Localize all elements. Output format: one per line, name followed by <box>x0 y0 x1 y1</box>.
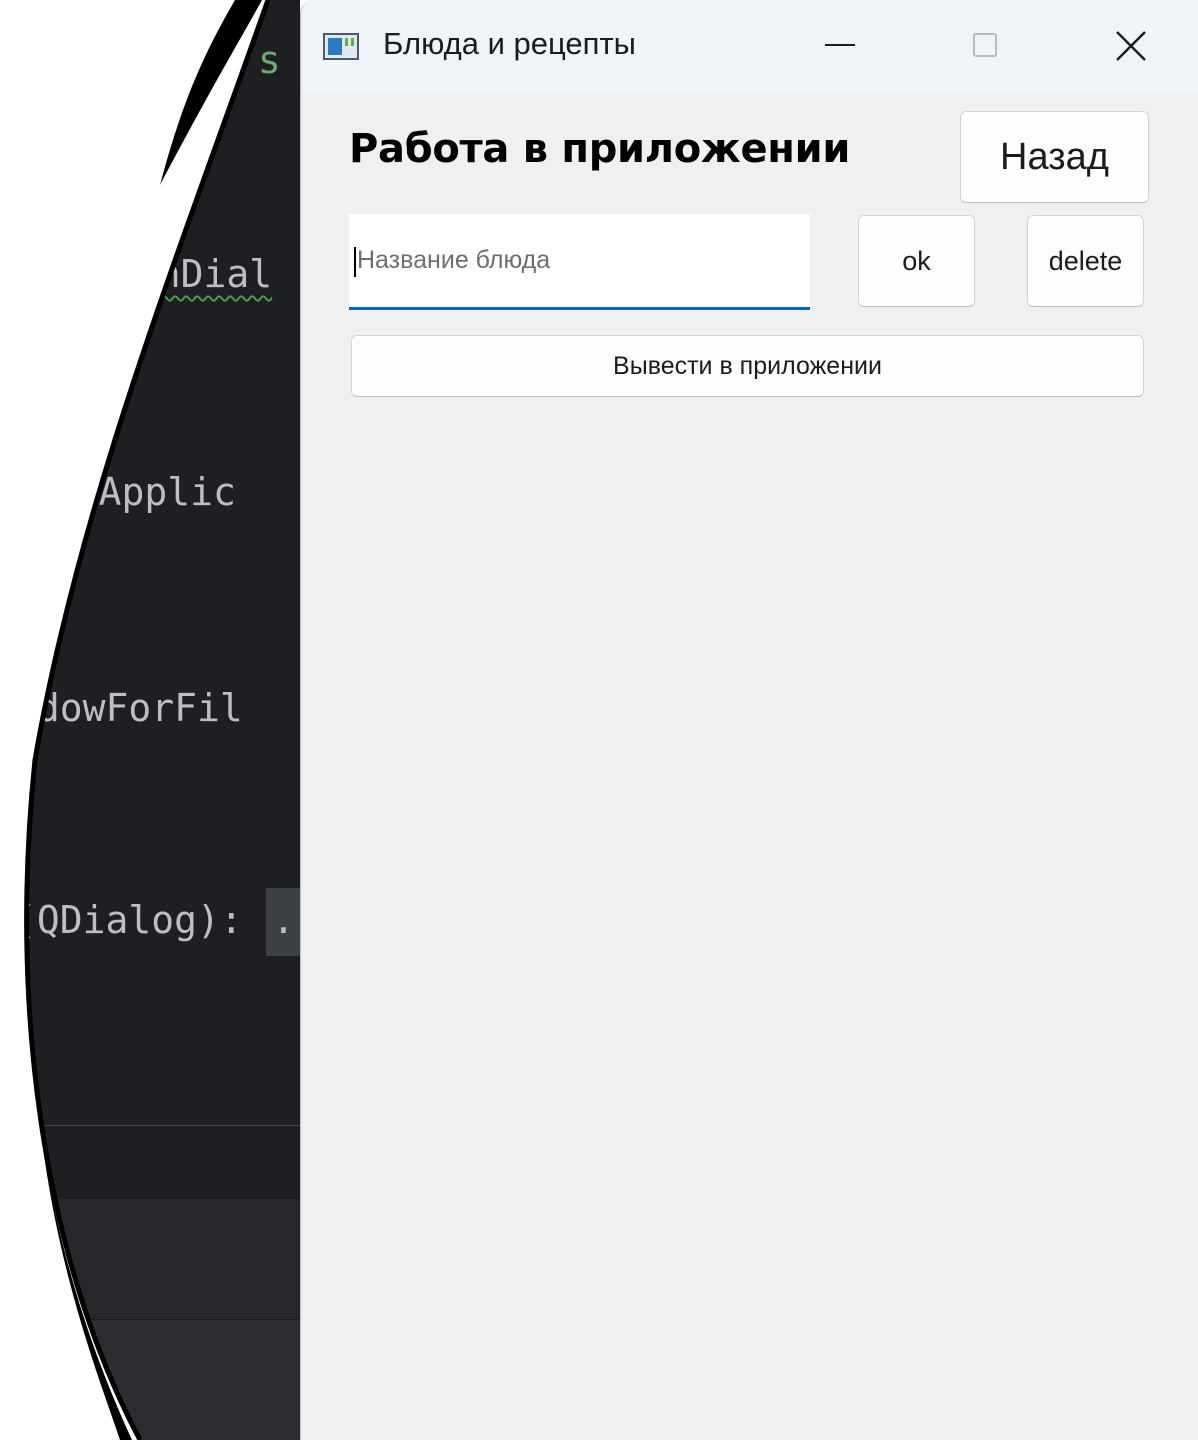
app-window-icon <box>323 33 359 60</box>
maximize-button[interactable] <box>917 0 1057 92</box>
window-title: Блюда и рецепты <box>383 26 636 61</box>
text-caret <box>354 247 356 277</box>
delete-button[interactable]: delete <box>1027 215 1144 307</box>
page-title: Работа в приложении <box>349 126 851 172</box>
code-editor-background: "s ionDial dowApplic ndowForFil (QDialog… <box>0 0 300 1440</box>
code-line: ionDial <box>112 252 273 296</box>
screen: "s ionDial dowApplic ndowForFil (QDialog… <box>0 0 1198 1440</box>
code-line: (QDialog): <box>14 898 243 942</box>
minimize-button[interactable] <box>771 0 911 92</box>
code-line: . <box>272 898 295 942</box>
dish-name-input[interactable] <box>349 214 810 307</box>
app-window: Блюда и рецепты Работа в приложении Наза… <box>300 0 1198 1440</box>
close-button[interactable] <box>1061 0 1198 92</box>
close-icon <box>1116 31 1146 61</box>
code-line: dowApplic <box>30 470 236 514</box>
editor-row <box>0 1125 300 1200</box>
code-line: "s <box>235 38 281 82</box>
maximize-icon <box>973 33 997 57</box>
editor-panel <box>0 1199 300 1319</box>
dish-name-field[interactable] <box>349 214 810 310</box>
code-line: ndowForFil <box>14 686 243 730</box>
show-in-app-button[interactable]: Вывести в приложении <box>351 335 1144 397</box>
editor-panel <box>0 1320 300 1440</box>
editor-divider <box>40 1125 300 1126</box>
title-bar[interactable]: Блюда и рецепты <box>301 0 1198 92</box>
ok-button[interactable]: ok <box>858 215 975 307</box>
minimize-icon <box>825 44 855 46</box>
back-button[interactable]: Назад <box>960 111 1149 203</box>
